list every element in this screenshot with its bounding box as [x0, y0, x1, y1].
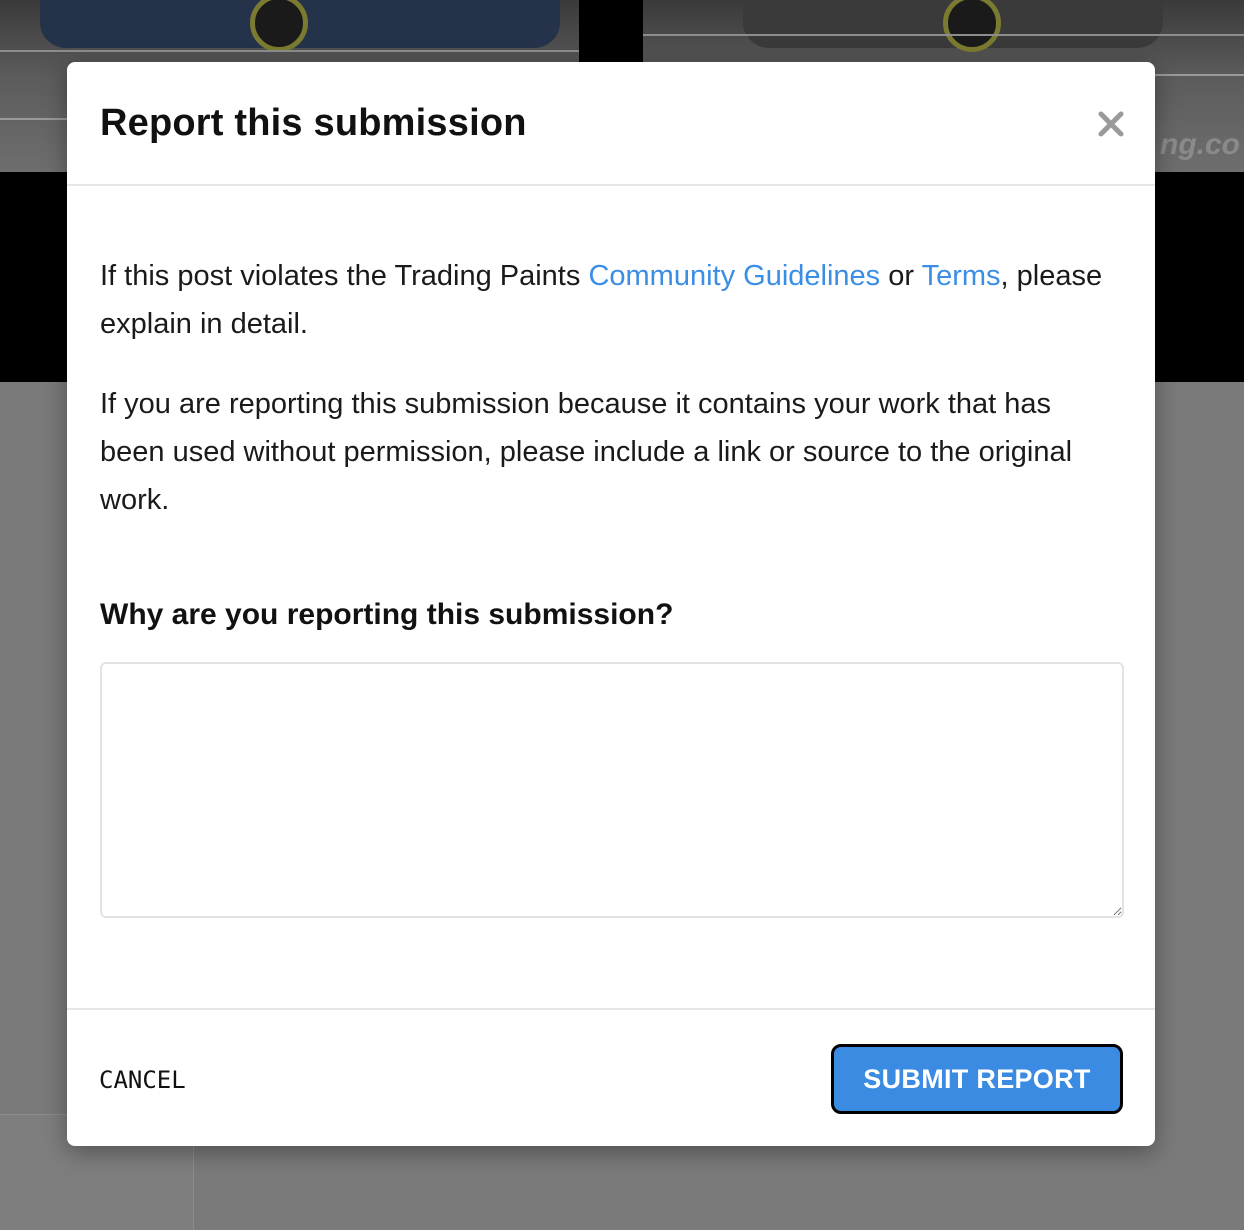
terms-link[interactable]: Terms [922, 260, 1001, 292]
or-text: or [880, 260, 922, 292]
dialog-footer: CANCEL SUBMIT REPORT [67, 1008, 1155, 1146]
close-icon [1095, 108, 1127, 140]
cancel-button[interactable]: CANCEL [99, 1066, 186, 1094]
submit-report-button[interactable]: SUBMIT REPORT [831, 1044, 1123, 1114]
report-reason-textarea[interactable] [100, 662, 1124, 918]
intro-text: If this post violates the Trading Paints [100, 260, 589, 292]
close-button[interactable] [1095, 108, 1127, 140]
report-reason-label: Why are you reporting this submission? [100, 598, 674, 631]
dialog-title: Report this submission [100, 102, 527, 144]
dialog-header: Report this submission [67, 62, 1155, 186]
report-dialog: Report this submission If this post viol… [67, 62, 1155, 1146]
community-guidelines-link[interactable]: Community Guidelines [588, 260, 880, 292]
guidelines-paragraph: If this post violates the Trading Paints… [100, 252, 1122, 348]
background-watermark: ng.co [1160, 128, 1240, 161]
dialog-body: If this post violates the Trading Paints… [100, 186, 1124, 918]
copyright-paragraph: If you are reporting this submission bec… [100, 388, 1073, 516]
